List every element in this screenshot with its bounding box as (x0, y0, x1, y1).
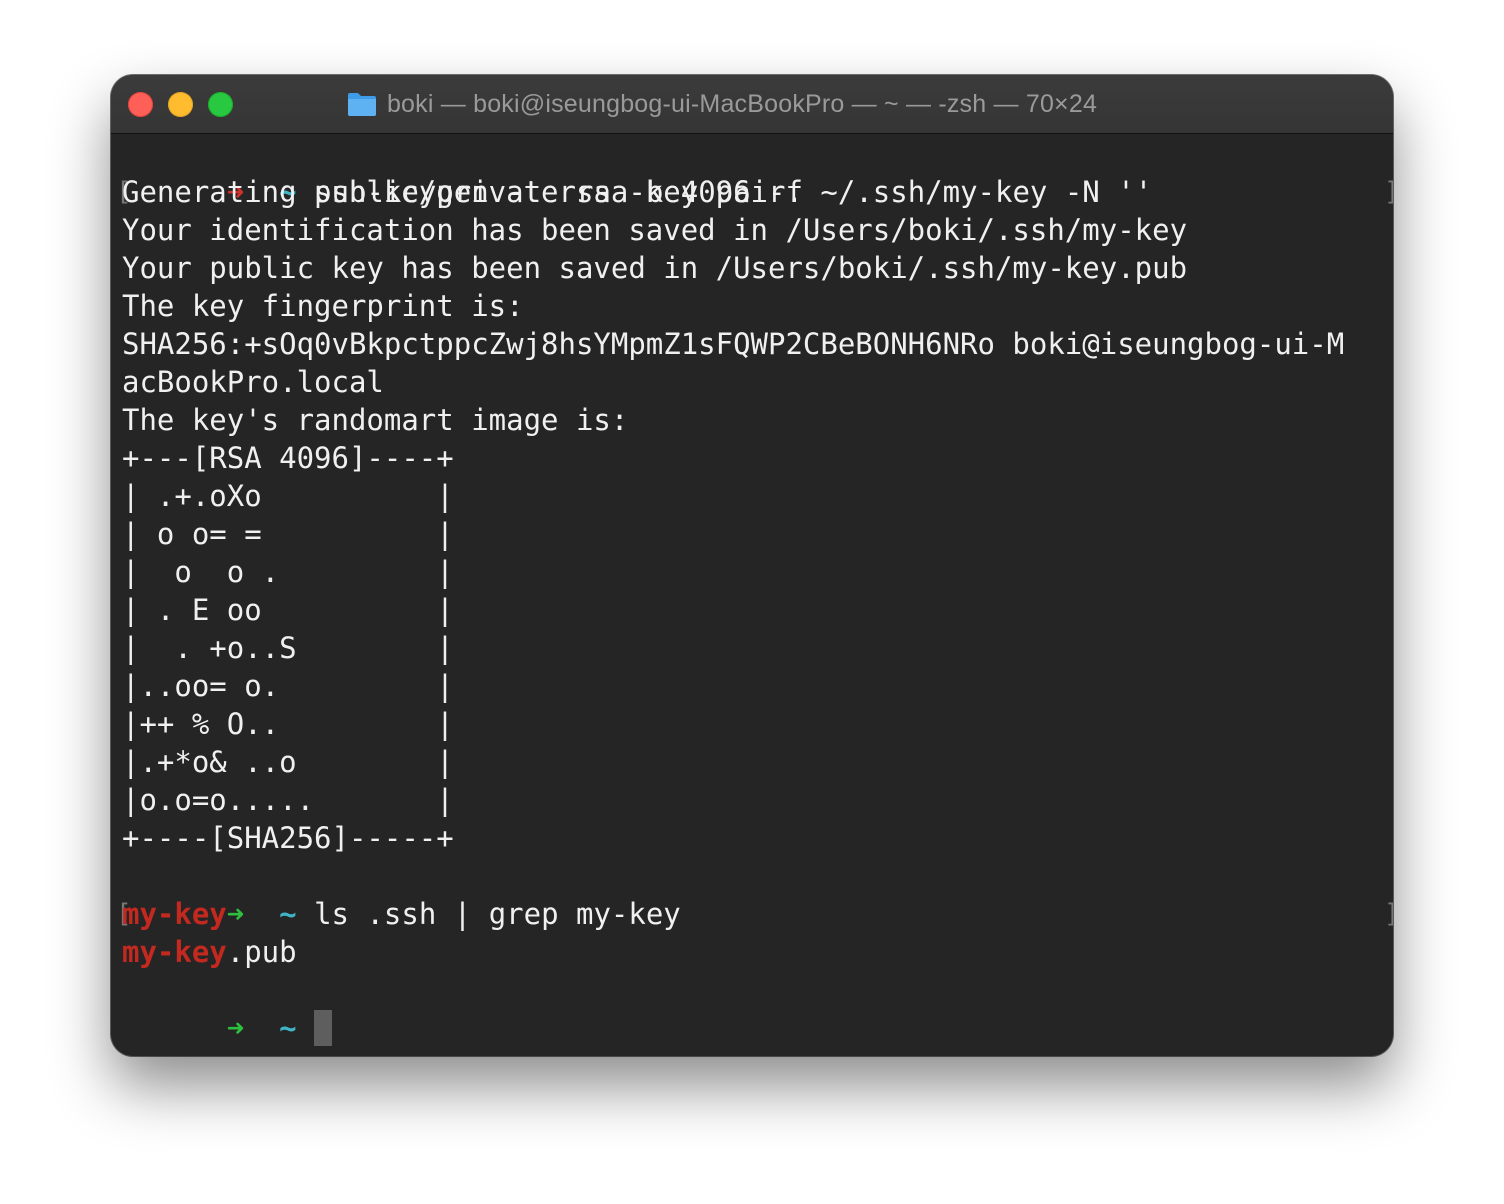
output-line: Your identification has been saved in /U… (122, 213, 1188, 247)
prompt-arrow-icon: ➜ (226, 1011, 245, 1045)
randomart-line: | o o= = | (122, 517, 454, 551)
output-line: The key fingerprint is: (122, 289, 524, 323)
output-line: The key's randomart image is: (122, 403, 629, 437)
randomart-line: +----[SHA256]-----+ (122, 821, 454, 855)
prompt-directory: ~ (279, 1011, 297, 1045)
randomart-line: |.+*o& ..o | (122, 745, 454, 779)
randomart-line: | . +o..S | (122, 631, 454, 665)
prompt-directory: ~ (279, 897, 297, 931)
grep-match: my-key (122, 897, 227, 931)
command-text: ls .ssh | grep my-key (314, 897, 681, 931)
randomart-line: | o o . | (122, 555, 454, 589)
grep-match: my-key (122, 935, 227, 969)
randomart-line: |++ % O.. | (122, 707, 454, 741)
output-line: acBookPro.local (122, 365, 384, 399)
randomart-line: +---[RSA 4096]----+ (122, 441, 454, 475)
randomart-line: | . E oo | (122, 593, 454, 627)
output-line: Your public key has been saved in /Users… (122, 251, 1188, 285)
output-line: SHA256:+sOq0vBkpctppcZwj8hsYMpmZ1sFQWP2C… (122, 327, 1345, 361)
prompt-line[interactable]: ➜ ~ (122, 971, 333, 1046)
output-line: Generating public/private rsa key pair. (122, 175, 803, 209)
randomart-line: | .+.oXo | (122, 479, 454, 513)
grep-result-line: my-key (122, 895, 227, 933)
window-title-text: boki — boki@iseungbog-ui-MacBookPro — ~ … (386, 89, 1098, 118)
mark-bracket-right: ] (1384, 173, 1393, 211)
mark-bracket-right: ] (1384, 895, 1393, 933)
grep-result-line: my-key.pub (122, 933, 297, 971)
folder-icon (347, 93, 376, 116)
randomart-line: |..oo= o. | (122, 669, 454, 703)
prompt-arrow-icon: ➜ (226, 897, 245, 931)
window-title: boki — boki@iseungbog-ui-MacBookPro — ~ … (111, 75, 1393, 133)
title-bar[interactable]: boki — boki@iseungbog-ui-MacBookPro — ~ … (111, 75, 1393, 134)
terminal-content[interactable]: []➜ ~ ssh-keygen -t rsa -b 4096 -f ~/.ss… (116, 133, 1393, 1056)
text-cursor[interactable] (314, 1010, 333, 1046)
grep-result-suffix: .pub (226, 935, 297, 969)
terminal-window: boki — boki@iseungbog-ui-MacBookPro — ~ … (111, 75, 1393, 1056)
randomart-line: |o.o=o..... | (122, 783, 454, 817)
prompt-line: []➜ ~ ls .ssh | grep my-key (116, 857, 1393, 931)
prompt-line: []➜ ~ ssh-keygen -t rsa -b 4096 -f ~/.ss… (116, 135, 1393, 209)
